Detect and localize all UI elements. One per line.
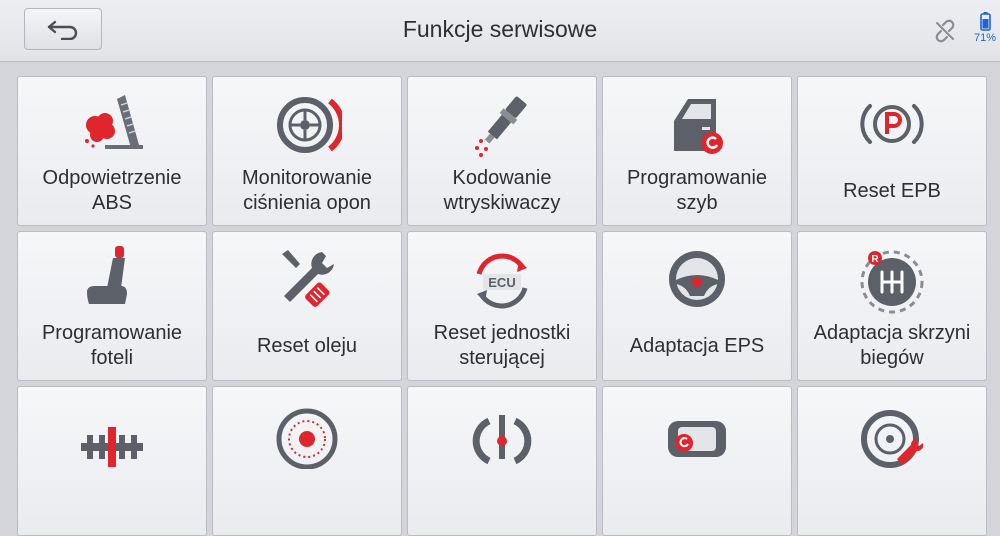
tile-abs-bleeding[interactable]: Odpowietrzenie ABS [17, 76, 207, 226]
tile-label: Kodowanie wtryskiwaczy [443, 167, 561, 214]
tile-reset-epb[interactable]: Reset EPB [797, 76, 987, 226]
tile-label: Reset EPB [843, 179, 941, 202]
tile-label: Adaptacja skrzyni biegów [813, 322, 971, 369]
tile-car-reset[interactable] [602, 386, 792, 536]
abs-bleeding-icon [85, 95, 143, 149]
svg-text:R: R [871, 254, 879, 265]
tile-control-unit-reset[interactable]: ECU Reset jednostki sterującej [407, 231, 597, 381]
injector-icon [475, 96, 527, 157]
tile-seat-programming[interactable]: Programowanie foteli [17, 231, 207, 381]
brake-disc-icon [276, 408, 338, 469]
tile-label: Adaptacja EPS [629, 334, 765, 357]
steering-wheel-icon [669, 251, 725, 307]
parking-brake-icon [860, 104, 924, 144]
svg-text:ECU: ECU [488, 275, 515, 290]
tile-label [412, 473, 592, 529]
tile-gearbox-adaptation[interactable]: R Adaptacja skrzyni biegów [797, 231, 987, 381]
car-seat-icon [87, 246, 127, 304]
service-functions-grid: Odpowietrzenie ABS Monitorowanie ciśnien… [0, 62, 1000, 536]
top-bar: Funkcje serwisowe 71% [0, 0, 1000, 62]
tile-label: Reset oleju [256, 334, 358, 357]
tile-label [22, 473, 202, 529]
battery-status: 71% [970, 12, 1000, 48]
car-window-icon [674, 99, 723, 154]
battery-level: 71% [973, 32, 997, 44]
tile-camshaft[interactable] [17, 386, 207, 536]
tile-label: Programowanie szyb [626, 167, 768, 214]
ecu-reset-icon: ECU [476, 253, 528, 309]
link-broken-icon[interactable] [932, 18, 958, 44]
back-arrow-icon [47, 20, 78, 40]
tile-label [802, 473, 982, 529]
gearbox-icon: R [860, 250, 924, 314]
wheel-repair-icon [861, 410, 924, 468]
tile-label: Odpowietrzenie ABS [42, 167, 182, 214]
tile-eps-adaptation[interactable]: Adaptacja EPS [602, 231, 792, 381]
throttle-icon [472, 415, 532, 465]
tile-oil-reset[interactable]: Reset oleju [212, 231, 402, 381]
wrench-screwdriver-icon [282, 250, 334, 307]
tile-window-programming[interactable]: Programowanie szyb [602, 76, 792, 226]
tile-brake-disc[interactable] [212, 386, 402, 536]
car-reset-icon [668, 421, 726, 457]
tile-label [607, 473, 787, 529]
back-button[interactable] [24, 8, 102, 50]
tile-label: Monitorowanie ciśnienia opon [241, 167, 373, 214]
camshaft-icon [81, 427, 143, 467]
tile-wheel-repair[interactable] [797, 386, 987, 536]
tire-pressure-icon [277, 97, 342, 153]
tile-injector-coding[interactable]: Kodowanie wtryskiwaczy [407, 76, 597, 226]
tile-label [217, 473, 397, 529]
battery-icon [980, 12, 991, 31]
tile-label: Programowanie foteli [41, 322, 183, 369]
page-title: Funkcje serwisowe [402, 16, 598, 42]
tile-throttle[interactable] [407, 386, 597, 536]
tile-label: Reset jednostki sterującej [433, 322, 571, 369]
tile-tire-pressure[interactable]: Monitorowanie ciśnienia opon [212, 76, 402, 226]
